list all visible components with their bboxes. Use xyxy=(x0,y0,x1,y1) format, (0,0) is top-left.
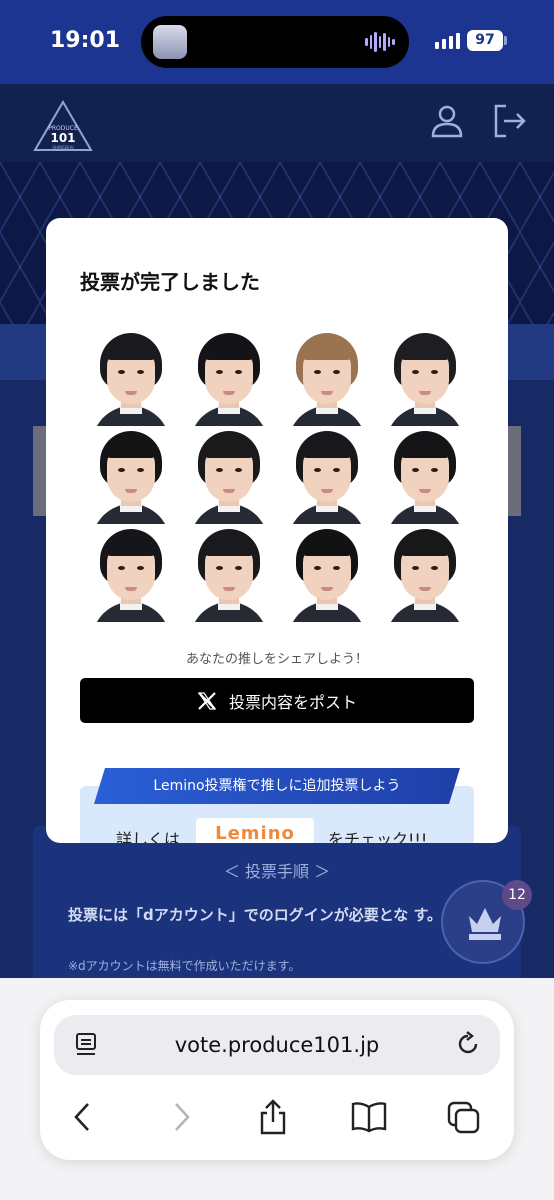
share-prompt: あなたの推しをシェアしよう！ xyxy=(185,652,368,667)
lemino-ribbon: Lemino投票権で推しに追加投票しよう xyxy=(94,768,460,804)
post-button-label: 投票内容をポスト xyxy=(228,692,357,712)
trainee-photo xyxy=(180,426,278,524)
reload-icon[interactable] xyxy=(454,1030,482,1058)
battery-tip xyxy=(504,36,507,45)
modal-title: 投票が完了しました xyxy=(80,270,260,294)
trainee-photo xyxy=(82,328,180,426)
trainee-photo xyxy=(376,328,474,426)
trainee-photo xyxy=(82,524,180,622)
picks-count-badge: 12 xyxy=(502,880,532,910)
cellular-signal-icon xyxy=(435,33,460,49)
bookmarks-icon[interactable] xyxy=(350,1101,388,1133)
trainee-photo xyxy=(180,524,278,622)
status-time: 19:01 xyxy=(50,28,121,53)
svg-text:101: 101 xyxy=(50,131,75,145)
trainee-photo xyxy=(278,426,376,524)
forward-icon[interactable] xyxy=(168,1100,194,1134)
produce101-logo[interactable]: PRODUCE 101 SHINSEKAI xyxy=(33,100,93,152)
voting-steps-heading: ＜ 投票手順 ＞ xyxy=(223,862,331,881)
crown-icon xyxy=(469,908,501,940)
lemino-promo-text-end: をチェック!!! xyxy=(328,830,428,843)
voting-steps-note: ※dアカウントは無料で作成いただけます。 xyxy=(68,959,301,973)
trainee-photo xyxy=(278,524,376,622)
vote-complete-modal: 投票が完了しました あなたの推しをシェアしよう！ 投票内容をポスト Lemino… xyxy=(46,218,508,843)
user-account-icon[interactable] xyxy=(428,102,466,140)
x-logo-icon xyxy=(197,691,217,710)
address-bar-url[interactable]: vote.produce101.jp xyxy=(54,1033,500,1057)
back-icon[interactable] xyxy=(70,1100,96,1134)
trainee-photo xyxy=(180,328,278,426)
logout-icon[interactable] xyxy=(490,102,528,140)
page-menu-icon[interactable] xyxy=(75,1032,97,1058)
trainee-photo xyxy=(82,426,180,524)
lemino-promo-text: 詳しくは xyxy=(116,830,181,843)
dynamic-island[interactable] xyxy=(141,16,409,68)
now-playing-artwork xyxy=(153,25,187,59)
voting-steps-text: 投票には「dアカウント」でのログインが必要とな す。 xyxy=(68,906,443,924)
trainee-photo xyxy=(376,426,474,524)
trainee-photo-grid xyxy=(82,328,476,622)
post-to-x-button[interactable]: 投票内容をポスト xyxy=(80,678,474,723)
svg-text:SHINSEKAI: SHINSEKAI xyxy=(52,145,73,150)
share-icon[interactable] xyxy=(258,1098,288,1136)
audio-waveform-icon xyxy=(365,31,396,53)
tabs-overview-icon[interactable] xyxy=(446,1100,482,1136)
trainee-photo xyxy=(278,328,376,426)
lemino-logo[interactable]: Lemino xyxy=(196,818,314,843)
battery-indicator: 97 xyxy=(467,30,503,51)
trainee-photo xyxy=(376,524,474,622)
